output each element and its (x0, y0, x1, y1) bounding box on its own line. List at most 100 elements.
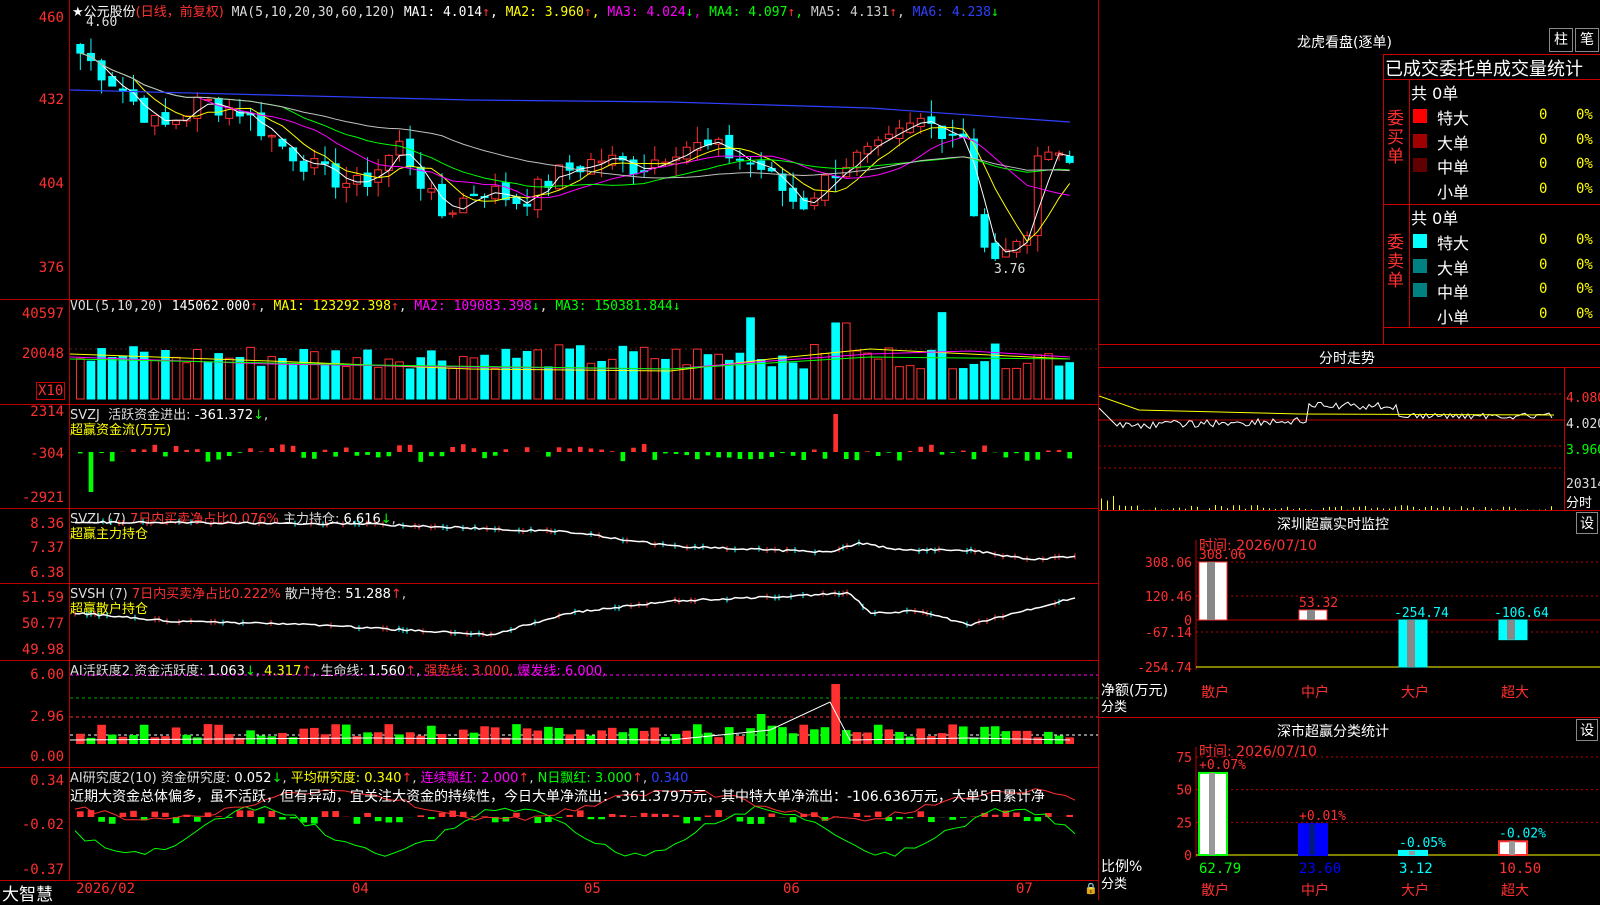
color-swatch (1413, 308, 1427, 322)
activity-bar (321, 734, 330, 744)
y-tick: 50.77 (0, 616, 68, 632)
volume-bar (481, 355, 489, 399)
research-bar (683, 817, 690, 823)
price-pane[interactable]: 460 432 404 376 ★公元股份(日线，前复权) MA(5,10,20… (0, 0, 1098, 300)
flow-bar (376, 452, 381, 457)
candle-body (747, 163, 754, 164)
order-percent: 0% (1576, 232, 1593, 248)
order-count: 0 (1539, 232, 1547, 248)
tick-mode-button[interactable]: 笔 (1575, 28, 1599, 52)
lock-icon[interactable]: 🔒 (1084, 882, 1098, 895)
volume-bar (119, 356, 127, 399)
research-bar (396, 817, 403, 822)
activity-chart[interactable] (70, 660, 1098, 767)
volume-bar (864, 353, 872, 399)
activity-bar (959, 726, 968, 744)
volume-bar (321, 364, 329, 399)
y-tick: 6.00 (0, 667, 68, 683)
volume-bar (470, 358, 478, 399)
fund-flow-chart[interactable] (70, 404, 1098, 508)
fund-flow-pane[interactable]: 2314 -304 -2921 SVZJ 活跃资金进出: -361.372↓, … (0, 404, 1098, 509)
bar-delta: -0.05% (1399, 836, 1446, 851)
flow-bar (248, 448, 253, 452)
activity-bar (650, 727, 659, 744)
volume-bar (768, 367, 776, 399)
candle-body (885, 134, 892, 139)
bar-shade (1507, 620, 1515, 640)
bar-mode-button[interactable]: 柱 (1549, 28, 1573, 52)
color-swatch (1413, 134, 1427, 148)
activity-pane[interactable]: 6.00 2.96 0.00 AI活跃度2 资金活跃度: 1.063↓, 4.3… (0, 660, 1098, 768)
volume-bar (513, 358, 521, 399)
volume-bar (1023, 363, 1031, 399)
activity-bar (257, 736, 266, 744)
research-pane[interactable]: 0.34 -0.02 -0.37 AI研究度2(10) 资金研究度: 0.052… (0, 767, 1098, 881)
flow-bar (855, 452, 860, 460)
y-tick: 376 (0, 260, 68, 276)
activity-bar (459, 730, 468, 744)
volume-bar (502, 349, 510, 399)
flow-bar (1067, 452, 1072, 458)
bar-value: 10.50 (1499, 861, 1541, 877)
retail-holding-chart[interactable] (70, 583, 1098, 660)
activity-bar (853, 732, 862, 744)
research-bar (694, 817, 701, 821)
classify-chart: 7550250+0.07%62.79散户+0.01%23.60中户-0.05%3… (1099, 717, 1600, 900)
candlestick-chart[interactable] (70, 0, 1098, 299)
volume-bar (800, 369, 808, 399)
research-bar (790, 817, 797, 822)
research-bar (428, 817, 435, 819)
activity-bar (661, 737, 670, 744)
y-tick: 50 (1176, 784, 1192, 799)
activity-bar (161, 736, 170, 744)
activity-bar (980, 727, 989, 744)
volume-chart[interactable] (70, 299, 1098, 404)
volume-bar (981, 362, 989, 399)
volume-pane[interactable]: 40597 20048 X10 VOL(5,10,20) 145062.000↑… (0, 299, 1098, 405)
volume-bar (204, 363, 212, 399)
x-axis: 大智慧 2026/02 04 05 06 07 🔒 (0, 880, 1098, 900)
category-label: 中户 (1301, 684, 1329, 701)
main-holding-pane[interactable]: 8.36 7.37 6.38 SVZL (7) 7日内买卖净占比0.076% 主… (0, 508, 1098, 584)
flow-bar (269, 448, 274, 452)
bar-delta: +0.07% (1199, 758, 1246, 773)
intraday-panel[interactable]: 分时走势 4.080 4.020 3.960 20314 分时 (1099, 344, 1600, 511)
intraday-volume-bar (1101, 498, 1102, 510)
intraday-chart[interactable] (1099, 368, 1564, 510)
activity-bar (267, 736, 276, 744)
dragon-panel: 龙虎看盘(逐单) 柱 笔 已成交委托单成交量统计 委买单 委卖单 共 0单特大0… (1099, 0, 1600, 345)
research-bar (854, 813, 861, 817)
activity-bar (799, 725, 808, 744)
volume-bar (417, 358, 425, 399)
flow-bar (663, 452, 668, 453)
y-tick: 7.37 (0, 540, 68, 556)
research-bar (322, 811, 329, 817)
research-bar (386, 817, 393, 822)
y-tick: -0.37 (0, 862, 68, 878)
activity-bar (150, 737, 159, 744)
activity-bar (916, 728, 925, 744)
bar-delta: +0.01% (1299, 809, 1346, 824)
main-holding-chart[interactable] (70, 508, 1098, 583)
volume-bar (396, 362, 404, 399)
activity-bar (214, 725, 223, 744)
monitor-panel: 深圳超赢实时监控 设 时间: 2026/07/10 净额(万元) 分类 308.… (1099, 510, 1600, 718)
flow-bar (174, 446, 179, 452)
research-bar (109, 817, 116, 824)
intraday-tick: 3.960 (1566, 443, 1600, 458)
candle-body (173, 121, 180, 125)
research-bar (503, 817, 510, 822)
volume-bar (130, 347, 138, 399)
bar-shade (1207, 562, 1215, 620)
x-tick: 04 (352, 881, 369, 897)
activity-bar (1012, 731, 1021, 744)
activity-bar (714, 737, 723, 744)
flow-bar (333, 452, 338, 457)
activity-bar (544, 727, 553, 744)
order-percent: 0% (1576, 156, 1593, 172)
research-bar (162, 813, 169, 817)
research-bar (620, 815, 627, 817)
retail-holding-pane[interactable]: 51.59 50.77 49.98 SVSH (7) 7日内买卖净占比0.222… (0, 583, 1098, 661)
volume-bar (949, 369, 957, 399)
holding-line (75, 521, 1075, 560)
